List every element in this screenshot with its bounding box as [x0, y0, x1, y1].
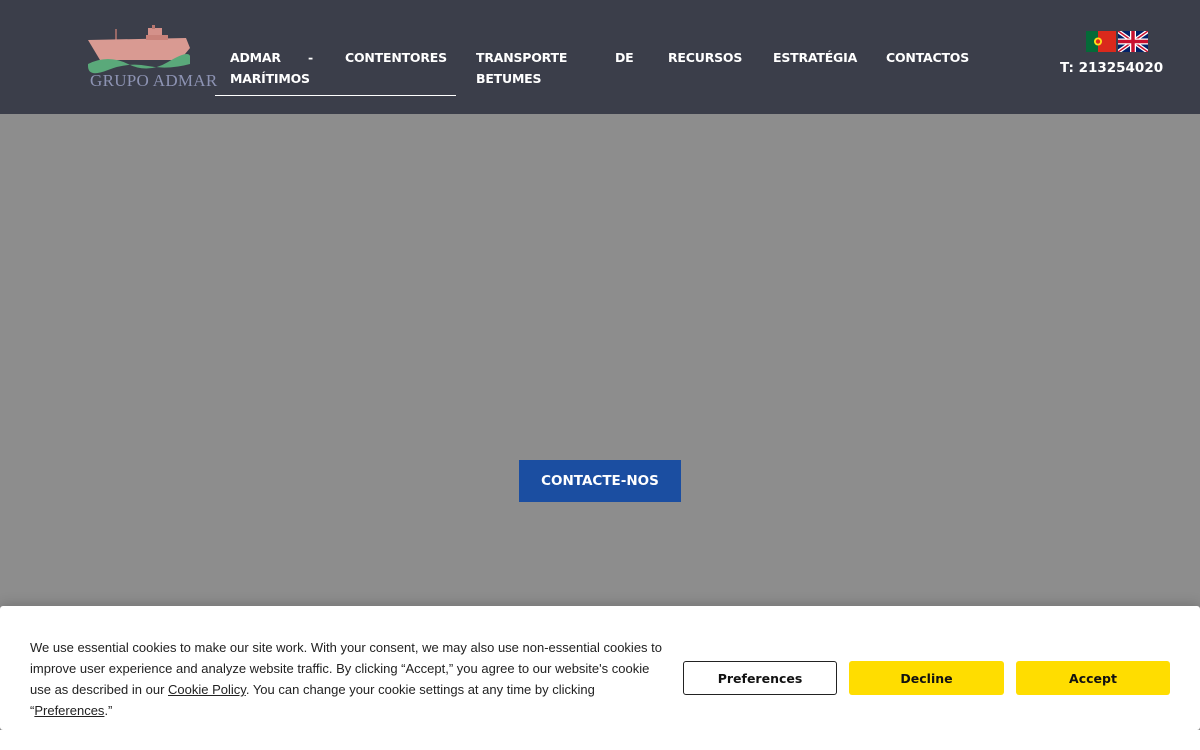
nav-active-underline: [215, 95, 456, 96]
nav-label-part: DE: [615, 50, 634, 65]
cookie-preferences-link[interactable]: Preferences: [34, 703, 104, 718]
nav-label: ESTRATÉGIA: [773, 50, 858, 65]
cookie-policy-link[interactable]: Cookie Policy: [168, 682, 246, 697]
nav-label-part: ADMAR: [230, 50, 281, 65]
nav-label-part: MARÍTIMOS: [230, 71, 310, 86]
page-content-below: [0, 730, 1200, 750]
brand-logo[interactable]: GRUPO ADMAR: [86, 24, 232, 94]
nav-item-transporte-betumes[interactable]: TRANSPORTE DE BETUMES: [476, 47, 636, 91]
cookie-text: .”: [104, 703, 113, 718]
nav-item-admar-maritimos[interactable]: ADMAR - MARÍTIMOS: [230, 47, 316, 91]
nav-label-part: BETUMES: [476, 71, 542, 86]
nav-item-contactos[interactable]: CONTACTOS: [886, 47, 971, 69]
nav-label: CONTACTOS: [886, 50, 970, 65]
site-header: GRUPO ADMAR ADMAR - MARÍTIMOS CONTENTORE…: [0, 0, 1200, 114]
nav-item-contentores[interactable]: CONTENTORES: [345, 47, 447, 69]
cookie-banner: We use essential cookies to make our sit…: [0, 606, 1200, 730]
nav-label: CONTENTORES: [345, 50, 447, 65]
nav-label: RECURSOS: [668, 50, 743, 65]
cookie-preferences-button[interactable]: Preferences: [683, 661, 837, 695]
cookie-message: We use essential cookies to make our sit…: [30, 637, 665, 721]
pt-flag-icon[interactable]: [1086, 31, 1116, 52]
uk-flag-icon[interactable]: [1116, 29, 1150, 54]
nav-label-part: -: [308, 50, 313, 65]
logo-text: GRUPO ADMAR: [90, 71, 218, 90]
cookie-accept-button[interactable]: Accept: [1016, 661, 1170, 695]
phone-number[interactable]: T: 213254020: [1060, 60, 1163, 76]
contact-us-button[interactable]: CONTACTE-NOS: [519, 460, 681, 502]
cookie-decline-button[interactable]: Decline: [849, 661, 1004, 695]
nav-label-part: TRANSPORTE: [476, 50, 568, 65]
nav-item-recursos[interactable]: RECURSOS: [668, 47, 743, 69]
hero-section: [0, 114, 1200, 604]
nav-item-estrategia[interactable]: ESTRATÉGIA: [773, 47, 858, 69]
